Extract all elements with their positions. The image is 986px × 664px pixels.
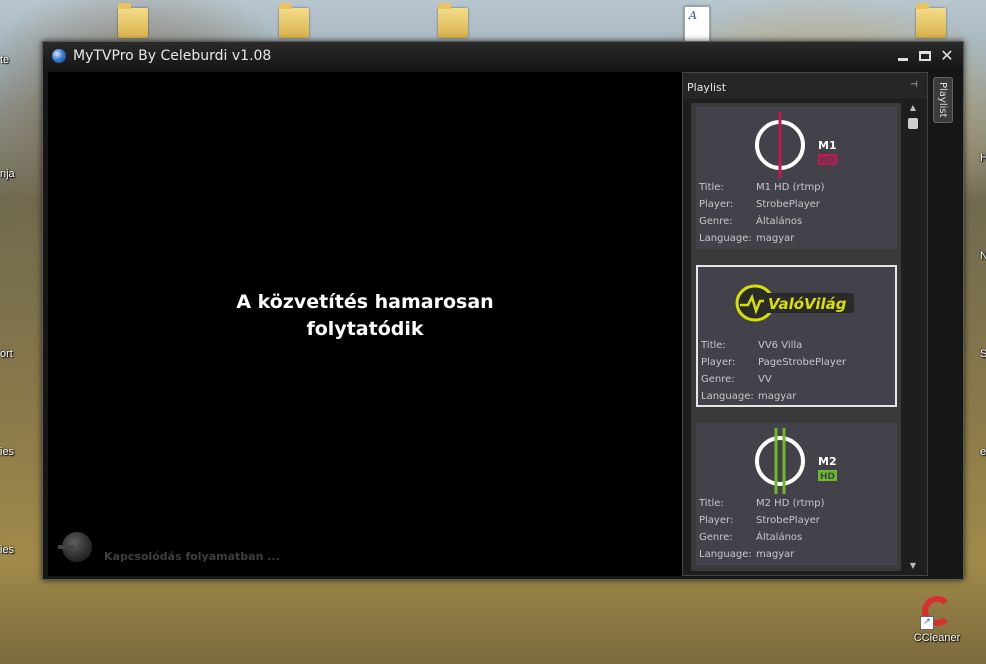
scroll-up-icon[interactable]: ▲	[908, 103, 918, 113]
desktop-download-folder-icon[interactable]	[916, 3, 946, 38]
minimize-button[interactable]	[895, 48, 911, 64]
playlist-item-m2[interactable]: M2 HD Title: M2 HD (rtmp) Player: StrobePl…	[696, 423, 897, 565]
playlist-scrollbar[interactable]: ▲ ▼	[906, 103, 920, 571]
meta-key: Player:	[699, 199, 734, 210]
m1-hd-logo: M1 HD	[696, 107, 897, 183]
video-message-line1: A közvetítés hamarosan	[236, 291, 494, 313]
meta-key: Player:	[701, 357, 736, 368]
desktop-label[interactable]: H	[980, 152, 986, 164]
video-area[interactable]: A közvetítés hamarosan folytatódik Kapcs…	[48, 72, 682, 576]
meta-key: Language:	[699, 549, 752, 560]
m2-hd-logo: M2 HD	[696, 423, 897, 499]
valovilag-logo: ValóVilág	[698, 267, 895, 343]
ccleaner-shortcut[interactable]: ↗ CCleaner	[912, 592, 962, 644]
item-language: magyar	[756, 549, 795, 560]
pin-icon[interactable]: ⊣	[910, 80, 920, 90]
meta-key: Genre:	[699, 532, 733, 543]
connecting-globe-icon	[58, 532, 92, 562]
item-player: PageStrobePlayer	[758, 357, 847, 368]
desktop-label[interactable]: nja	[0, 168, 15, 180]
m1-logo-badge: HD	[820, 156, 835, 166]
app-globe-icon	[52, 49, 66, 63]
item-language: magyar	[758, 391, 797, 402]
item-meta: Title: M2 HD (rtmp) Player: StrobePlayer G…	[699, 495, 825, 563]
ccleaner-label: CCleaner	[913, 632, 961, 644]
meta-key: Genre:	[701, 374, 735, 385]
side-tab-label: Playlist	[937, 82, 948, 118]
title-bar[interactable]: MyTVPro By Celeburdi v1.08 ✕	[43, 42, 963, 72]
minimize-icon	[898, 58, 908, 61]
scroll-down-icon[interactable]: ▼	[908, 561, 918, 571]
window-title: MyTVPro By Celeburdi v1.08	[73, 48, 272, 64]
desktop-label[interactable]: N	[980, 250, 986, 262]
scroll-thumb[interactable]	[908, 118, 918, 129]
desktop-folder-icon[interactable]	[438, 3, 468, 38]
item-genre: VV	[758, 374, 772, 385]
desktop-label[interactable]: ort	[0, 348, 13, 360]
item-genre: Általános	[756, 532, 803, 543]
m2-logo-badge: HD	[820, 472, 835, 482]
item-genre: Általános	[756, 216, 803, 227]
app-window: MyTVPro By Celeburdi v1.08 ✕ A közvetíté…	[42, 41, 964, 580]
item-meta: Title: M1 HD (rtmp) Player: StrobePlayer G…	[699, 179, 825, 247]
meta-key: Genre:	[699, 216, 733, 227]
playlist-header: Playlist ⊣	[683, 73, 927, 99]
m1-logo-name: M1	[818, 139, 837, 152]
desktop-label[interactable]: ies	[0, 544, 14, 556]
video-message: A közvetítés hamarosan folytatódik	[48, 289, 682, 343]
playlist-title: Playlist	[687, 81, 727, 94]
meta-key: Player:	[699, 515, 734, 526]
desktop-folder-icon[interactable]	[279, 3, 309, 38]
valovilag-logo-text: ValóVilág	[768, 295, 847, 313]
m2-logo-name: M2	[818, 455, 837, 468]
item-player: StrobePlayer	[756, 199, 820, 210]
ccleaner-icon: ↗	[920, 592, 954, 630]
desktop-label[interactable]: e	[980, 446, 986, 458]
playlist-list[interactable]: M1 HD Title: M1 HD (rtmp) Player: StrobePl…	[691, 103, 901, 571]
desktop-folder-icon[interactable]	[118, 3, 148, 38]
close-icon: ✕	[940, 46, 954, 65]
maximize-button[interactable]	[917, 48, 933, 64]
item-player: StrobePlayer	[756, 515, 820, 526]
playlist-item-vv6[interactable]: ValóVilág Title: VV6 Villa Player: PageStr…	[696, 265, 897, 407]
item-meta: Title: VV6 Villa Player: PageStrobePlayer …	[701, 337, 846, 405]
meta-key: Title:	[699, 182, 724, 193]
item-title: M2 HD (rtmp)	[756, 498, 825, 509]
desktop-label[interactable]: S	[980, 348, 986, 360]
meta-key: Title:	[701, 340, 726, 351]
meta-key: Language:	[701, 391, 754, 402]
item-title: M1 HD (rtmp)	[756, 182, 825, 193]
item-title: VV6 Villa	[758, 340, 803, 351]
video-message-line2: folytatódik	[306, 318, 424, 340]
maximize-icon	[919, 51, 931, 61]
meta-key: Title:	[699, 498, 724, 509]
close-button[interactable]: ✕	[939, 48, 955, 64]
desktop-document-icon[interactable]: A	[684, 6, 710, 42]
item-language: magyar	[756, 233, 795, 244]
meta-key: Language:	[699, 233, 752, 244]
shortcut-arrow-icon: ↗	[920, 616, 934, 630]
playlist-side-tab[interactable]: Playlist	[933, 77, 953, 123]
desktop-label[interactable]: te	[0, 54, 9, 66]
playlist-item-m1[interactable]: M1 HD Title: M1 HD (rtmp) Player: StrobePl…	[696, 107, 897, 249]
playlist-panel: Playlist ⊣ M1 HD Title: M1 HD (rtmp) Pla…	[682, 72, 928, 576]
desktop-label[interactable]: ies	[0, 446, 14, 458]
connection-status: Kapcsolódás folyamatban ...	[104, 550, 280, 563]
